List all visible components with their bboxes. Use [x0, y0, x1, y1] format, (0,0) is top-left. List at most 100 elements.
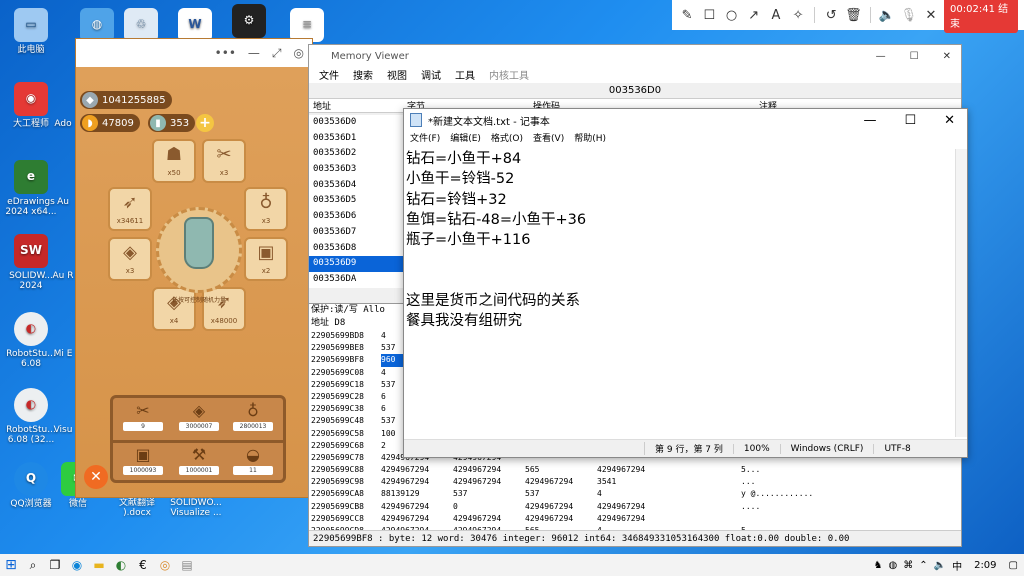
currency-diamond[interactable]: ◆ 1041255885	[80, 91, 172, 109]
trash-icon[interactable]: 🗑	[844, 8, 862, 23]
pen-icon[interactable]: ✎	[678, 8, 696, 23]
cheat-engine-icon[interactable]: €	[132, 554, 154, 576]
menu-tools[interactable]: 工具	[455, 67, 475, 83]
notification-icon[interactable]: ▢	[1009, 560, 1018, 571]
shelf-item[interactable]: ◈ 3000007	[179, 400, 219, 431]
recording-timer[interactable]: 00:02:41 结束	[944, 0, 1019, 33]
menu-debug[interactable]: 调试	[421, 67, 441, 83]
desktop-icon-this-pc[interactable]: ▭ 此电脑	[0, 8, 62, 55]
record-icon[interactable]: ◎	[294, 46, 304, 60]
close-icon[interactable]: ✕	[944, 113, 955, 128]
item-big-fish[interactable]: ➶ x48000	[202, 287, 246, 331]
item-bell[interactable]: ☗ x50	[152, 139, 196, 183]
menu-edit[interactable]: 编辑(E)	[450, 131, 481, 147]
disassembly-row[interactable]: 003536D6	[309, 209, 403, 225]
desktop-icon-ado[interactable]: Ado	[48, 82, 78, 129]
menu-format[interactable]: 格式(O)	[491, 131, 523, 147]
more-icon[interactable]: •••	[215, 46, 236, 60]
disassembly-row[interactable]: 003536DA	[309, 272, 403, 288]
tray-app-icon[interactable]: ♞	[874, 560, 883, 571]
file-explorer-icon[interactable]: ▬	[88, 554, 110, 576]
close-game-button[interactable]: ✕	[84, 465, 108, 489]
task-view-icon[interactable]: ❐	[44, 554, 66, 576]
close-icon[interactable]: ✕	[943, 51, 951, 62]
chevron-up-icon[interactable]: ⌃	[919, 560, 927, 571]
menu-view[interactable]: 视图	[387, 67, 407, 83]
mic-muted-icon[interactable]: 🎙	[900, 8, 918, 23]
menu-search[interactable]: 搜索	[353, 67, 373, 83]
shelf-item[interactable]: ✂ 9	[123, 400, 163, 431]
currency-bottle[interactable]: ▮ 353	[148, 114, 196, 132]
close-icon[interactable]: ✕	[922, 8, 940, 23]
item-fish-plate[interactable]: ◈ x4	[152, 287, 196, 331]
input-method-icon[interactable]: 中	[952, 558, 962, 573]
disassembly-row[interactable]: 003536D1	[309, 131, 403, 147]
magic-icon[interactable]: ✧	[789, 8, 807, 23]
clock[interactable]: 2:09	[968, 560, 1002, 571]
desktop-icon-cheat-engine[interactable]: ⚙	[218, 4, 280, 41]
item-spoon[interactable]: ♁ x3	[244, 187, 288, 231]
edge-icon[interactable]: ◉	[66, 554, 88, 576]
taskbar-app-icon[interactable]: ▤	[176, 554, 198, 576]
circle-icon[interactable]: ○	[722, 8, 740, 23]
hex-value	[669, 513, 741, 525]
hex-row[interactable]: 22905699CB8 4294967294 0 4294967294 42949672…	[309, 501, 961, 513]
disassembly-row[interactable]: 003536D2	[309, 146, 403, 162]
menu-help[interactable]: 帮助(H)	[574, 131, 606, 147]
text-icon[interactable]: A	[767, 8, 785, 23]
maximize-icon[interactable]: ☐	[904, 113, 916, 128]
speaker-icon[interactable]: 🔈	[877, 8, 895, 23]
notepad-text-area[interactable]: 钻石=小鱼干+84 小鱼干=铃铛-52 钻石=铃铛+32 鱼饵=钻石-48=小鱼干+3…	[406, 149, 953, 437]
hex-row[interactable]: 22905699CA8 88139129 537 537 4 y @...........…	[309, 488, 961, 500]
menu-file[interactable]: 文件	[319, 67, 339, 83]
disassembly-row[interactable]: 003536D5	[309, 193, 403, 209]
add-currency-button[interactable]: +	[196, 114, 214, 132]
disassembly-row[interactable]: 003536D4	[309, 178, 403, 194]
disassembly-row[interactable]: 003536D9	[309, 256, 403, 272]
menu-file[interactable]: 文件(F)	[410, 131, 440, 147]
start-icon[interactable]: ⊞	[0, 554, 22, 576]
disassembly-row[interactable]: 003536D8	[309, 241, 403, 257]
search-icon[interactable]: ⌕	[22, 554, 44, 576]
shelf-item[interactable]: ▣ 1000093	[123, 444, 163, 475]
minimize-icon[interactable]: —	[876, 51, 886, 62]
maximize-icon[interactable]: ☐	[910, 51, 919, 62]
taskbar-app-icon[interactable]: ◎	[154, 554, 176, 576]
game-body: ◆ 1041255885 ◗ 47809 ▮ 353 + ☗ x50 ✂ x3 …	[76, 67, 312, 497]
hex-row[interactable]: 22905699CC8 4294967294 4294967294 429496729…	[309, 513, 961, 525]
hex-row[interactable]: 22905699C98 4294967294 4294967294 429496729…	[309, 476, 961, 488]
item-cushion[interactable]: ▣ x2	[244, 237, 288, 281]
speaker-icon[interactable]: 🔈	[934, 560, 946, 571]
disassembly-row[interactable]: 003536D0	[309, 115, 403, 131]
tray-app-icon[interactable]: ⌘	[903, 560, 913, 571]
item-tool[interactable]: ✂ x3	[202, 139, 246, 183]
disassembly-row[interactable]: 003536D3	[309, 162, 403, 178]
bottle-icon[interactable]	[184, 217, 214, 269]
desktop-icon-visualize[interactable]: SOLIDWO... Visualize ...	[166, 498, 226, 524]
desktop-icon-mi[interactable]: Mi E	[48, 312, 78, 359]
shelf-item[interactable]: ♁ 2800013	[233, 400, 273, 431]
tray-app-icon[interactable]: ◍	[889, 560, 898, 571]
shelf-item[interactable]: ⚒ 1000001	[179, 444, 219, 475]
hex-row[interactable]: 22905699C88 4294967294 4294967294 565 429496…	[309, 464, 961, 476]
item-dried-fish[interactable]: ➶ x34611	[108, 187, 152, 231]
desktop-icon-docx[interactable]: 文献翻译 ).docx	[108, 498, 166, 524]
menu-view[interactable]: 查看(V)	[533, 131, 564, 147]
desktop-icon-au2[interactable]: Au R	[48, 234, 78, 281]
shelf-item[interactable]: ◒ 11	[233, 444, 273, 475]
arrow-icon[interactable]: ↗	[745, 8, 763, 23]
taskbar-app-icon[interactable]: ◐	[110, 554, 132, 576]
rectangle-icon[interactable]: ☐	[700, 8, 718, 23]
minimize-icon[interactable]: —	[863, 113, 876, 128]
undo-icon[interactable]: ↺	[822, 8, 840, 23]
restore-icon[interactable]: ⤢	[272, 46, 282, 61]
desktop-icon-au[interactable]: Au	[48, 160, 78, 207]
currency-fish[interactable]: ◗ 47809	[80, 114, 140, 132]
item-fish-can[interactable]: ◈ x3	[108, 237, 152, 281]
vertical-scrollbar[interactable]	[955, 149, 967, 437]
desktop-icon-visu[interactable]: Visu	[48, 388, 78, 435]
menu-kernel-tools[interactable]: 内核工具	[489, 67, 529, 83]
address-bar[interactable]: 003536D0	[309, 83, 961, 99]
minimize-icon[interactable]: —	[248, 46, 260, 60]
disassembly-row[interactable]: 003536D7	[309, 225, 403, 241]
